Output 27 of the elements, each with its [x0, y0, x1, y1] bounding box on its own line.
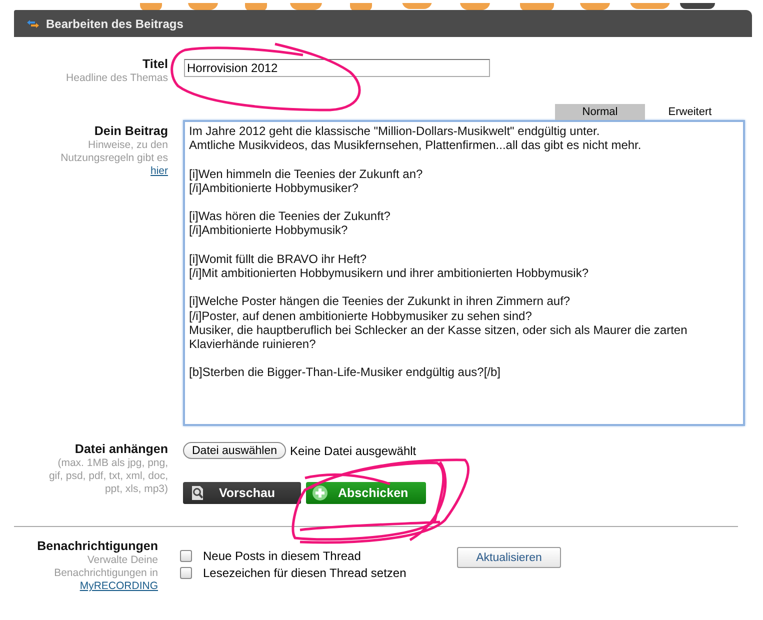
- choose-file-button[interactable]: Datei auswählen: [183, 442, 286, 459]
- title-input[interactable]: Horrovision 2012: [184, 59, 490, 77]
- field-label: Datei anhängen: [74, 442, 168, 456]
- submit-button[interactable]: Abschicken: [306, 482, 426, 504]
- update-button[interactable]: Aktualisieren: [457, 547, 561, 568]
- header-title: Bearbeiten des Beitrags: [46, 16, 184, 30]
- field-hint: Headline des Themas: [66, 72, 168, 85]
- rules-link[interactable]: hier: [150, 165, 168, 178]
- field-hint: (max. 1MB als jpg, png, gif, psd, pdf, txt, xml, doc, ppt, xls, mp3): [48, 457, 168, 496]
- magnifier-icon: [191, 485, 205, 501]
- editor-tab[interactable]: Erweitert: [645, 104, 735, 120]
- checkbox[interactable]: [180, 550, 192, 562]
- preview-button[interactable]: Vorschau: [183, 482, 301, 504]
- post-textarea[interactable]: Im Jahre 2012 geht die klassische "Million-Dollars-Musikwelt" endgültig unter. Amtliche Musikvideos, das Musikfernsehen, Plattenfirmen...all das gibt es nicht mehr. [i]Wen himmeln die Teenies der Zukunft an? [/i]Ambitionierte Hobbymusiker? [i]Was hören die Teenies der Zukunft? [/i]Ambitionierte Hobbymusik? [i]Womit füllt die BRAVO ihr Heft? [/i]Mit ambitionierten Hobbymusikern und ihrer ambitionierten Hobbymusik? [i]Welche Poster hängen die Teenies der Zukunkt in ihren Zimmern auf? [/i]Poster, auf denen ambitionierte Hobbymusiker zu sehen sind? Musiker, die hauptberuflich bei Schlecker an der Kasse sitzen, oder sich als Maurer die zarten Klavierhände ruinieren? [b]Sterben die Bigger-Than-Life-Musiker endgültig aus?[/b]: [183, 120, 745, 426]
- plus-icon: [312, 485, 328, 501]
- field-label: Dein Beitrag: [94, 124, 168, 138]
- field-hint: Hinweise, zu den Nutzungsregeln gibt es: [60, 139, 168, 165]
- checkbox-label: Lesezeichen für diesen Thread setzen: [203, 566, 406, 580]
- field-label: Benachrichtigungen: [37, 539, 158, 553]
- field-hint: Verwalte Deine Benachrichtigungen in: [53, 554, 158, 580]
- file-status: Keine Datei ausgewählt: [290, 444, 416, 458]
- checkbox-label: Neue Posts in diesem Thread: [203, 549, 361, 563]
- checkbox[interactable]: [180, 567, 192, 579]
- editor-tab[interactable]: Normal: [555, 104, 645, 120]
- swap-arrows-icon: [26, 18, 40, 28]
- myrecording-link[interactable]: MyRECORDING: [80, 580, 158, 593]
- field-label: Titel: [142, 57, 168, 71]
